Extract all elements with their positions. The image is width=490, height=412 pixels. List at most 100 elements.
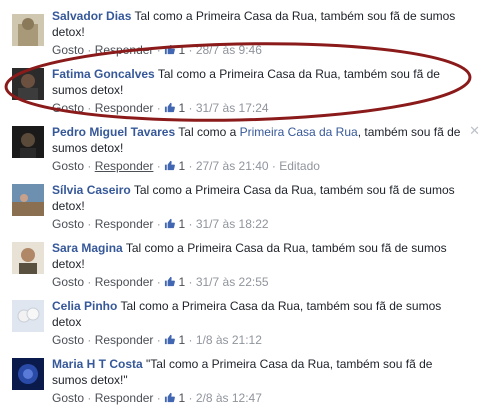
separator: ·	[87, 391, 92, 405]
like-link[interactable]: Gosto	[52, 43, 84, 57]
comment-author[interactable]: Pedro Miguel Tavares	[52, 125, 175, 139]
comment-author[interactable]: Celia Pinho	[52, 299, 117, 313]
avatar[interactable]	[12, 68, 44, 100]
reply-link[interactable]: Responder	[95, 275, 154, 289]
comment-author[interactable]: Salvador Dias	[52, 9, 131, 23]
thumbs-up-icon	[165, 160, 176, 171]
reply-link[interactable]: Responder	[95, 391, 154, 405]
avatar[interactable]	[12, 300, 44, 332]
comment-text: Sílvia Caseiro Tal como a Primeira Casa …	[52, 182, 476, 214]
comment-body-line2: sumos detox!	[52, 83, 124, 97]
comment-text: Pedro Miguel Tavares Tal como a Primeira…	[52, 124, 476, 156]
comment-text: Sara Magina Tal como a Primeira Casa da …	[52, 240, 476, 272]
comment-body-line1: Tal como a Primeira Casa da Rua, também …	[125, 241, 447, 255]
separator: ·	[87, 333, 92, 347]
separator: ·	[87, 43, 92, 57]
comment-body-pre: Tal como a	[178, 125, 240, 139]
comment-author[interactable]: Sara Magina	[52, 241, 123, 255]
avatar[interactable]	[12, 126, 44, 158]
separator: ·	[188, 217, 193, 231]
reply-link[interactable]: Responder	[95, 159, 154, 173]
separator: ·	[156, 275, 161, 289]
comment-body-line1: Tal como a Primeira Casa da Rua, também …	[120, 299, 442, 313]
comment-date[interactable]: 1/8 às 21:12	[196, 333, 262, 347]
reply-link[interactable]: Responder	[95, 217, 154, 231]
thumbs-up-icon	[165, 276, 176, 287]
like-link[interactable]: Gosto	[52, 101, 84, 115]
thumbs-up-icon	[165, 218, 176, 229]
edited-label[interactable]: Editado	[279, 159, 320, 173]
separator: ·	[156, 391, 161, 405]
thumbs-up-icon	[165, 392, 176, 403]
reply-link[interactable]: Responder	[95, 333, 154, 347]
like-count[interactable]: 1	[178, 159, 185, 173]
comment-actions: Gosto · Responder · 1 · 1/8 às 21:12	[52, 332, 262, 348]
separator: ·	[188, 159, 193, 173]
avatar[interactable]	[12, 242, 44, 274]
page-mention-link[interactable]: Primeira Casa da Rua	[240, 125, 358, 139]
like-count[interactable]: 1	[178, 275, 185, 289]
like-link[interactable]: Gosto	[52, 159, 84, 173]
comment-author[interactable]: Maria H T Costa	[52, 357, 143, 371]
reply-link[interactable]: Responder	[95, 43, 154, 57]
separator: ·	[87, 159, 92, 173]
comment-text: Salvador Dias Tal como a Primeira Casa d…	[52, 8, 476, 40]
avatar[interactable]	[12, 358, 44, 390]
like-link[interactable]: Gosto	[52, 217, 84, 231]
like-count[interactable]: 1	[178, 333, 185, 347]
reply-link[interactable]: Responder	[95, 101, 154, 115]
comment-actions: Gosto · Responder · 1 · 2/8 às 12:47	[52, 390, 262, 406]
thumbs-up-icon	[165, 334, 176, 345]
comment-body-line2: detox	[52, 315, 82, 329]
comment-body-line1: Tal como a Primeira Casa da Rua, também …	[134, 9, 456, 23]
like-link[interactable]: Gosto	[52, 333, 84, 347]
comment-date[interactable]: 31/7 às 22:55	[196, 275, 269, 289]
like-count[interactable]: 1	[178, 217, 185, 231]
comment-body-line1: Tal como a Primeira Casa da Rua, também …	[133, 183, 455, 197]
like-link[interactable]: Gosto	[52, 275, 84, 289]
comment-actions: Gosto · Responder · 1 · 31/7 às 17:24	[52, 100, 269, 116]
comment-date[interactable]: 27/7 às 21:40	[196, 159, 269, 173]
separator: ·	[188, 43, 193, 57]
comment-body-line2: detox!	[52, 199, 85, 213]
thumbs-up-icon	[165, 102, 176, 113]
comment-date[interactable]: 31/7 às 18:22	[196, 217, 269, 231]
comment-body-line2: detox!	[52, 257, 85, 271]
comment-actions: Gosto · Responder · 1 · 27/7 às 21:40 · …	[52, 158, 320, 174]
comment-actions: Gosto · Responder · 1 · 31/7 às 18:22	[52, 216, 269, 232]
separator: ·	[156, 101, 161, 115]
separator: ·	[188, 391, 193, 405]
separator: ·	[87, 101, 92, 115]
comment-date[interactable]: 28/7 às 9:46	[196, 43, 262, 57]
comment-body-line1: "Tal como a Primeira Casa da Rua, também…	[146, 357, 433, 371]
thumbs-up-icon	[165, 44, 176, 55]
separator: ·	[188, 275, 193, 289]
comment-body-line2: sumos detox!"	[52, 373, 128, 387]
like-count[interactable]: 1	[178, 391, 185, 405]
comment-date[interactable]: 2/8 às 12:47	[196, 391, 262, 405]
comment-text: Fatima Goncalves Tal como a Primeira Cas…	[52, 66, 476, 98]
separator: ·	[188, 333, 193, 347]
separator: ·	[156, 333, 161, 347]
avatar[interactable]	[12, 184, 44, 216]
comment-body-post: , também sou fã de	[357, 125, 461, 139]
separator: ·	[271, 159, 276, 173]
separator: ·	[87, 275, 92, 289]
like-link[interactable]: Gosto	[52, 391, 84, 405]
comment-body-line2: detox!	[52, 25, 85, 39]
comment-body-line2: sumos detox!	[52, 141, 124, 155]
comment-date[interactable]: 31/7 às 17:24	[196, 101, 269, 115]
like-count[interactable]: 1	[178, 101, 185, 115]
comment-text: Maria H T Costa "Tal como a Primeira Cas…	[52, 356, 476, 388]
separator: ·	[156, 217, 161, 231]
separator: ·	[87, 217, 92, 231]
comment-actions: Gosto · Responder · 1 · 31/7 às 22:55	[52, 274, 269, 290]
comment-body-line1: Tal como a Primeira Casa da Rua, também …	[157, 67, 440, 81]
avatar[interactable]	[12, 14, 44, 46]
close-icon[interactable]: ✕	[469, 124, 480, 137]
like-count[interactable]: 1	[178, 43, 185, 57]
separator: ·	[156, 159, 161, 173]
separator: ·	[188, 101, 193, 115]
comment-author[interactable]: Fatima Goncalves	[52, 67, 155, 81]
comment-author[interactable]: Sílvia Caseiro	[52, 183, 131, 197]
